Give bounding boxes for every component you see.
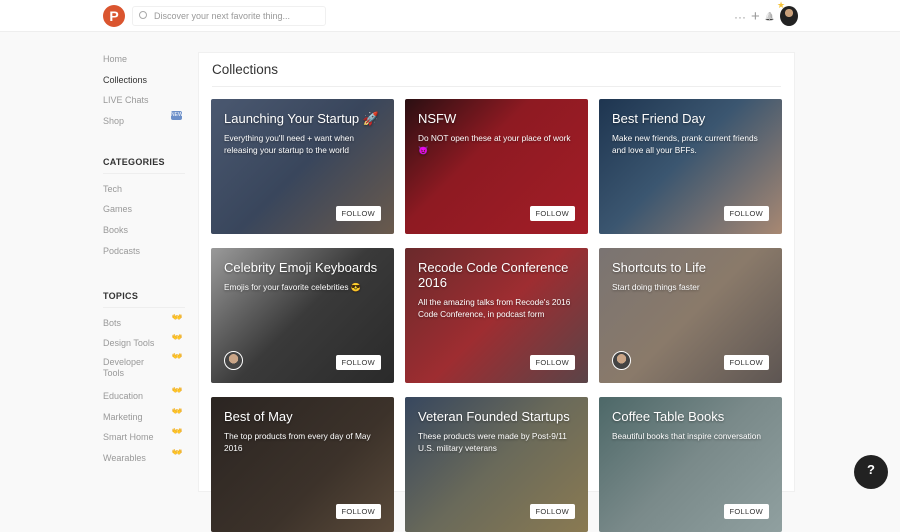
card-title: Launching Your Startup 🚀 xyxy=(224,111,379,126)
card-description: Emojis for your favorite celebrities 😎 xyxy=(224,282,362,292)
search-icon xyxy=(139,11,147,19)
topic-label: Marketing xyxy=(103,411,143,422)
nav-shop-label: Shop xyxy=(103,116,125,127)
collection-card[interactable]: Best of May The top products from every … xyxy=(211,397,394,532)
category-books[interactable]: Books xyxy=(103,223,185,244)
card-description: These products were made by Post-9/11 U.… xyxy=(418,431,567,453)
follow-button[interactable]: FOLLOW xyxy=(529,206,575,221)
category-podcasts[interactable]: Podcasts xyxy=(103,244,185,265)
topic-label: Bots xyxy=(103,317,122,328)
card-title: Celebrity Emoji Keyboards xyxy=(224,260,378,275)
card-description: All the amazing talks from Recode's 2016… xyxy=(418,297,571,319)
card-title: Best Friend Day xyxy=(612,111,706,126)
topic-developer-tools[interactable]: Developer Tools 👐 xyxy=(103,351,183,389)
collection-card[interactable]: Shortcuts to Life Start doing things fas… xyxy=(599,248,782,383)
card-title: Best of May xyxy=(224,409,293,424)
nav-collections[interactable]: Collections xyxy=(103,73,185,94)
card-title: Coffee Table Books xyxy=(612,409,725,424)
topic-label: Education xyxy=(103,390,144,401)
follow-hand-icon[interactable]: 👐 xyxy=(172,383,183,397)
product-hunt-logo[interactable]: P xyxy=(103,5,125,27)
card-title: Recode Code Conference 2016 xyxy=(418,260,569,290)
sidebar: Home Collections LIVE Chats Shop NEW CATE… xyxy=(103,52,185,472)
follow-button[interactable]: FOLLOW xyxy=(529,504,575,519)
follow-hand-icon[interactable]: 👐 xyxy=(172,424,183,438)
follow-button[interactable]: FOLLOW xyxy=(335,206,381,221)
card-title: NSFW xyxy=(418,111,457,126)
card-description: Start doing things faster xyxy=(612,282,700,292)
follow-button[interactable]: FOLLOW xyxy=(723,355,769,370)
collection-card[interactable]: Best Friend Day Make new friends, prank … xyxy=(599,99,782,234)
card-title: Shortcuts to Life xyxy=(612,260,706,275)
follow-button[interactable]: FOLLOW xyxy=(723,206,769,221)
collection-card[interactable]: Recode Code Conference 2016 All the amaz… xyxy=(405,248,588,383)
nav-shop[interactable]: Shop NEW xyxy=(103,111,185,135)
follow-hand-icon[interactable]: 👐 xyxy=(172,310,183,324)
add-icon[interactable]: + xyxy=(751,8,760,25)
follow-hand-icon[interactable]: 👐 xyxy=(172,351,183,362)
category-tech[interactable]: Tech xyxy=(103,182,185,203)
curator-avatar[interactable] xyxy=(224,351,243,370)
card-description: Make new friends, prank current friends … xyxy=(612,133,758,155)
collection-card[interactable]: Coffee Table Books Beautiful books that … xyxy=(599,397,782,532)
divider xyxy=(212,86,781,87)
follow-hand-icon[interactable]: 👐 xyxy=(172,404,183,418)
topic-wearables[interactable]: Wearables 👐 xyxy=(103,447,185,472)
follow-hand-icon[interactable]: 👐 xyxy=(172,445,183,459)
more-icon[interactable]: ··· xyxy=(734,10,746,24)
categories-heading: CATEGORIES xyxy=(103,157,185,174)
follow-hand-icon[interactable]: 👐 xyxy=(172,330,183,344)
card-description: Beautiful books that inspire conversatio… xyxy=(612,431,761,441)
card-description: Do NOT open these at your place of work … xyxy=(418,133,571,155)
topic-label: Wearables xyxy=(103,452,146,463)
curator-avatar[interactable] xyxy=(612,351,631,370)
topic-label: Developer Tools xyxy=(103,356,145,378)
topic-label: Smart Home xyxy=(103,432,154,443)
follow-button[interactable]: FOLLOW xyxy=(335,355,381,370)
card-description: The top products from every day of May 2… xyxy=(224,431,371,453)
category-games[interactable]: Games xyxy=(103,202,185,223)
topic-label: Design Tools xyxy=(103,338,155,349)
collection-card[interactable]: Veteran Founded Startups These products … xyxy=(405,397,588,532)
top-header: P Discover your next favorite thing... ·… xyxy=(0,0,900,32)
card-title: Veteran Founded Startups xyxy=(418,409,570,424)
collection-card[interactable]: Celebrity Emoji Keyboards Emojis for you… xyxy=(211,248,394,383)
bell-icon[interactable]: 🔔 xyxy=(765,12,775,21)
star-icon: ★ xyxy=(777,0,786,10)
collection-card[interactable]: NSFW Do NOT open these at your place of … xyxy=(405,99,588,234)
follow-button[interactable]: FOLLOW xyxy=(335,504,381,519)
collection-card[interactable]: Launching Your Startup 🚀 Everything you'… xyxy=(211,99,394,234)
topics-heading: TOPICS xyxy=(103,291,185,308)
search-input[interactable]: Discover your next favorite thing... xyxy=(132,6,326,26)
follow-button[interactable]: FOLLOW xyxy=(723,504,769,519)
follow-button[interactable]: FOLLOW xyxy=(529,355,575,370)
new-badge: NEW xyxy=(171,111,183,121)
card-description: Everything you'll need + want when relea… xyxy=(224,133,355,155)
page-title: Collections xyxy=(212,62,279,77)
nav-home[interactable]: Home xyxy=(103,52,185,73)
search-placeholder: Discover your next favorite thing... xyxy=(154,11,291,21)
